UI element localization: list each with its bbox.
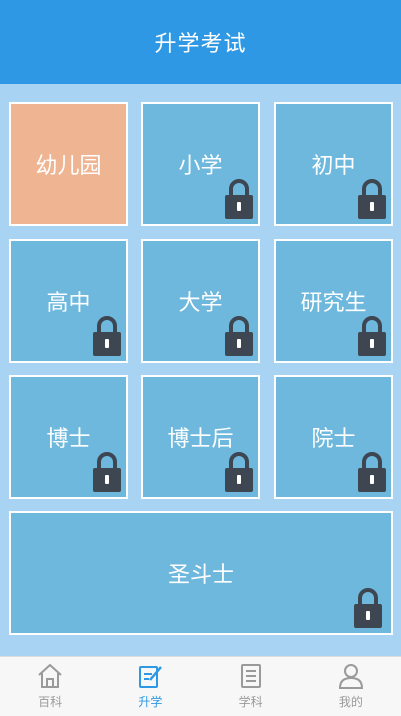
lock-icon [354, 588, 382, 628]
tab-exams[interactable]: 升学 [100, 657, 200, 716]
tile-academician[interactable]: 院士 [274, 375, 393, 499]
lock-icon [93, 316, 121, 356]
lock-icon [358, 452, 386, 492]
page-title: 升学考试 [154, 32, 247, 57]
tab-mine[interactable]: 我的 [301, 657, 401, 716]
tile-kindergarten[interactable]: 幼儿园 [9, 102, 128, 226]
tile-label: 博士 [46, 427, 91, 452]
tile-label: 初中 [311, 154, 356, 179]
lock-icon [358, 179, 386, 219]
book-icon [240, 664, 261, 688]
tile-label: 博士后 [167, 427, 234, 452]
tile-label: 高中 [46, 291, 91, 316]
lock-icon [225, 452, 253, 492]
tab-encyclopedia[interactable]: 百科 [0, 657, 100, 716]
tile-primary-school[interactable]: 小学 [141, 102, 260, 226]
edit-icon [139, 666, 163, 688]
lock-icon [358, 316, 386, 356]
tab-label: 学科 [238, 695, 263, 709]
lock-icon [225, 316, 253, 356]
tab-label: 我的 [338, 695, 363, 709]
tile-graduate[interactable]: 研究生 [274, 239, 393, 363]
tab-label: 升学 [138, 695, 163, 709]
tile-postdoc[interactable]: 博士后 [141, 375, 260, 499]
tile-label: 小学 [178, 154, 223, 179]
home-icon [38, 664, 62, 688]
tile-label: 院士 [311, 427, 356, 452]
tile-high-school[interactable]: 高中 [9, 239, 128, 363]
bottom-tab-bar: 百科 升学 学科 我的 [0, 656, 401, 716]
tile-label: 大学 [178, 291, 223, 316]
tile-label: 圣斗士 [167, 563, 234, 588]
app-header: 升学考试 [0, 0, 401, 84]
tile-label: 研究生 [300, 291, 367, 316]
tile-middle-school[interactable]: 初中 [274, 102, 393, 226]
tab-subjects[interactable]: 学科 [201, 657, 301, 716]
level-grid: 幼儿园 小学 初中 高中 大学 研究生 博士 博士后 院士 圣斗士 [0, 84, 401, 656]
tile-university[interactable]: 大学 [141, 239, 260, 363]
tab-label: 百科 [38, 695, 63, 709]
user-icon [338, 664, 363, 689]
lock-icon [225, 179, 253, 219]
tile-label: 幼儿园 [35, 154, 102, 179]
tile-saint-seiya[interactable]: 圣斗士 [9, 511, 393, 635]
tile-doctorate[interactable]: 博士 [9, 375, 128, 499]
lock-icon [93, 452, 121, 492]
